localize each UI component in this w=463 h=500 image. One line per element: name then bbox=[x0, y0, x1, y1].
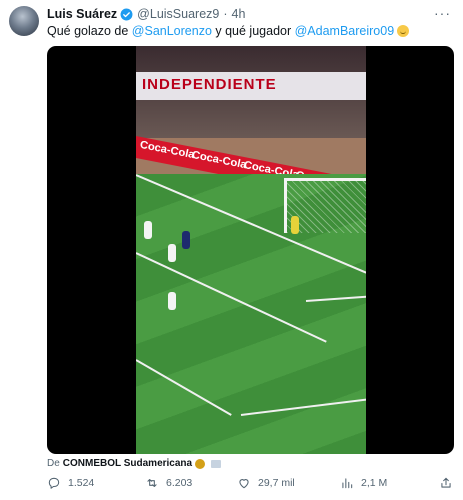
pleading-face-emoji-icon bbox=[397, 25, 410, 37]
tweet-text-part: y qué jugador bbox=[211, 24, 295, 38]
reply-icon bbox=[48, 477, 60, 489]
media-attribution: De CONMEBOL Sudamericana bbox=[47, 458, 222, 469]
tweet-time[interactable]: 4h bbox=[232, 7, 246, 21]
tweet-text: Qué golazo de @SanLorenzo y qué jugador … bbox=[47, 24, 410, 38]
views-icon bbox=[342, 478, 353, 489]
action-bar: 1.524 6.203 29,7 mil 2,1 M bbox=[47, 476, 454, 494]
attribution-prefix: De bbox=[47, 458, 60, 469]
player-defender bbox=[168, 292, 176, 310]
heart-icon bbox=[239, 479, 249, 489]
mention-link[interactable]: @SanLorenzo bbox=[132, 24, 212, 38]
banner-text: INDEPENDIENTE bbox=[142, 76, 277, 93]
tweet-header: Luis Suárez @LuisSuarez9 · 4h bbox=[47, 6, 463, 22]
flag-icon bbox=[211, 459, 222, 468]
repost-icon bbox=[147, 478, 157, 488]
author-name[interactable]: Luis Suárez bbox=[47, 7, 117, 21]
avatar[interactable] bbox=[9, 6, 39, 36]
views-button[interactable]: 2,1 M bbox=[340, 476, 387, 490]
like-count: 29,7 mil bbox=[258, 477, 295, 489]
share-button[interactable] bbox=[439, 476, 460, 490]
video-frame: INDEPENDIENTE Coca-Cola Coca-Cola Coca-C… bbox=[136, 46, 366, 454]
goalkeeper bbox=[291, 216, 299, 234]
mention-link[interactable]: @AdamBareiro09 bbox=[295, 24, 395, 38]
verified-badge-icon bbox=[120, 8, 133, 21]
gold-verified-icon bbox=[195, 458, 206, 469]
tweet-text-part: Qué golazo de bbox=[47, 24, 132, 38]
separator-dot: · bbox=[223, 7, 228, 21]
like-button[interactable]: 29,7 mil bbox=[237, 476, 295, 490]
attribution-source-link[interactable]: CONMEBOL Sudamericana bbox=[63, 458, 192, 469]
player-defender bbox=[144, 221, 152, 239]
player-striker bbox=[182, 231, 190, 249]
share-icon bbox=[441, 477, 451, 488]
repost-button[interactable]: 6.203 bbox=[145, 476, 192, 490]
reply-button[interactable]: 1.524 bbox=[47, 476, 94, 490]
player-defender bbox=[168, 244, 176, 262]
repost-count: 6.203 bbox=[166, 477, 193, 489]
stadium-banner: INDEPENDIENTE bbox=[136, 72, 366, 100]
video-player[interactable]: INDEPENDIENTE Coca-Cola Coca-Cola Coca-C… bbox=[47, 46, 454, 454]
reply-count: 1.524 bbox=[68, 477, 95, 489]
view-count: 2,1 M bbox=[361, 477, 388, 489]
author-handle[interactable]: @LuisSuarez9 bbox=[137, 7, 219, 21]
more-options-icon[interactable]: ··· bbox=[434, 5, 451, 21]
